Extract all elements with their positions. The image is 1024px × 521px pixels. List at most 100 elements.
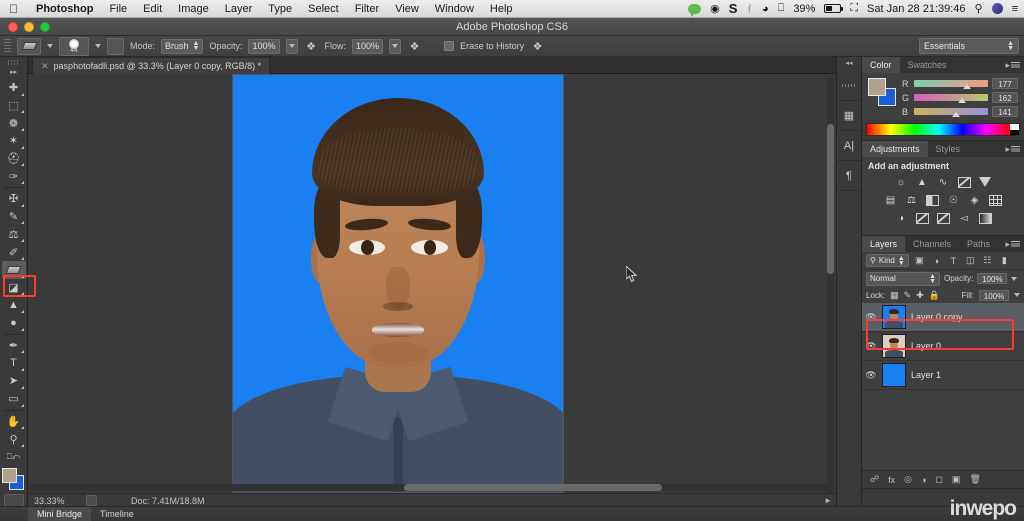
menu-filter[interactable]: Filter [347, 3, 387, 15]
properties-panel-icon[interactable]: ▦ [837, 101, 861, 131]
brush-preset-picker[interactable]: 44 [59, 37, 89, 56]
vibrance-icon[interactable] [978, 175, 993, 189]
airplay-icon[interactable]: ⎕ [778, 2, 785, 15]
hand-tool[interactable]: ✋ [2, 412, 26, 430]
tab-color[interactable]: Color [862, 57, 900, 73]
filter-type-icon[interactable]: T [947, 254, 960, 267]
zoom-level-input[interactable]: 33.33% [34, 496, 80, 506]
dock-collapse-icon[interactable]: ◂◂ [845, 59, 852, 67]
filter-pixel-icon[interactable]: ▣ [913, 254, 926, 267]
close-icon[interactable]: ✕ [41, 61, 49, 72]
history-brush-tool[interactable]: ✐ [2, 243, 26, 261]
tablet-pressure-icon[interactable]: ❖ [530, 39, 545, 54]
airbrush-icon[interactable]: ❖ [407, 39, 422, 54]
tab-adjustments[interactable]: Adjustments [862, 141, 928, 157]
green-slider-track[interactable] [914, 94, 988, 101]
menu-app-name[interactable]: Photoshop [28, 3, 101, 15]
brightness-contrast-icon[interactable]: ☼ [894, 175, 909, 189]
new-fill-adjustment-icon[interactable]: ◑ [921, 475, 926, 485]
eraser-tool-icon[interactable] [17, 38, 41, 55]
layer-visibility-icon[interactable]: 👁 [865, 312, 877, 323]
gradient-map-icon[interactable] [978, 211, 993, 225]
brush-chevron-down-icon[interactable] [95, 44, 101, 48]
layer-row-2[interactable]: 👁 Layer 1 [862, 361, 1024, 390]
color-spectrum-ramp[interactable] [866, 123, 1020, 136]
tools-collapse-icon[interactable]: ▸▸ [10, 68, 17, 76]
eyedropper-tool[interactable]: ✑ [2, 167, 26, 185]
clone-stamp-tool[interactable]: ⚖ [2, 225, 26, 243]
new-group-icon[interactable]: ◻ [935, 474, 942, 485]
move-tool[interactable]: ✚ [2, 79, 26, 97]
menu-window[interactable]: Window [427, 3, 482, 15]
filter-shape-icon[interactable]: ◫ [964, 254, 977, 267]
input-source-icon[interactable]: ⛶ [850, 2, 858, 15]
layer-name[interactable]: Layer 1 [911, 370, 941, 380]
eye-icon[interactable]: ◉ [710, 2, 720, 15]
menu-help[interactable]: Help [482, 3, 521, 15]
rectangular-marquee-tool[interactable]: ⬚ [2, 97, 26, 115]
photo-filter-icon[interactable]: ☉ [946, 193, 961, 207]
tab-channels[interactable]: Channels [905, 236, 959, 252]
color-lookup-icon[interactable] [988, 193, 1003, 207]
foreground-color-swatch[interactable] [2, 468, 17, 483]
hue-saturation-icon[interactable]: ▤ [883, 193, 898, 207]
panel-menu-icon[interactable]: ▸ [1005, 60, 1020, 71]
menu-image[interactable]: Image [170, 3, 217, 15]
lock-all-icon[interactable]: 🔒 [929, 290, 940, 301]
eraser-tool[interactable] [2, 261, 26, 279]
workspace-switcher[interactable]: Essentials ▲▼ [919, 38, 1019, 54]
crop-tool[interactable]: ⛑ [2, 150, 26, 168]
layer-name[interactable]: Layer 0 copy [911, 312, 963, 322]
erase-to-history-checkbox[interactable] [444, 41, 454, 51]
filter-smart-object-icon[interactable]: ☷ [981, 254, 994, 267]
flow-input[interactable]: 100% [352, 39, 383, 54]
layer-visibility-icon[interactable]: 👁 [865, 370, 877, 381]
panel-menu-icon[interactable]: ▸ [1005, 144, 1020, 155]
lock-position-icon[interactable]: ✚ [916, 290, 924, 301]
menu-edit[interactable]: Edit [135, 3, 170, 15]
skype-icon[interactable]: S [729, 1, 738, 16]
blur-tool[interactable]: ▲ [2, 296, 26, 314]
zoom-tool[interactable]: ⚲ [2, 430, 26, 448]
red-slider-track[interactable] [914, 80, 988, 87]
apple-icon[interactable]:  [0, 3, 28, 15]
layer-thumbnail[interactable] [882, 305, 906, 329]
notification-center-icon[interactable]: ≡ [1012, 3, 1018, 15]
pen-tool[interactable]: ✒ [2, 337, 26, 355]
layer-opacity-input[interactable]: 100% [977, 273, 1007, 284]
opacity-pressure-icon[interactable]: ❖ [304, 39, 319, 54]
brush-tool[interactable]: ✎ [2, 208, 26, 226]
selective-color-icon[interactable]: ◅ [957, 211, 972, 225]
tab-mini-bridge[interactable]: Mini Bridge [28, 507, 91, 521]
options-bar-grip[interactable] [4, 39, 11, 54]
paragraph-panel-icon[interactable]: ¶ [837, 161, 861, 191]
mode-select[interactable]: Brush ▲▼ [161, 39, 203, 54]
user-avatar-icon[interactable] [992, 3, 1003, 14]
history-panel-icon[interactable] [837, 71, 861, 101]
fill-chevron-down-icon[interactable] [1014, 293, 1020, 297]
opacity-chevron-down-icon[interactable] [1011, 277, 1017, 281]
posterize-icon[interactable] [915, 211, 930, 225]
filter-adjustment-icon[interactable]: ◑ [930, 254, 943, 267]
tab-paths[interactable]: Paths [959, 236, 998, 252]
swap-colors-icon[interactable]: ⎕↶ [2, 448, 26, 466]
dodge-tool[interactable]: ● [2, 314, 26, 332]
canvas-vertical-scroll-thumb[interactable] [827, 124, 834, 274]
new-layer-icon[interactable]: ▣ [952, 474, 961, 485]
menu-file[interactable]: File [101, 3, 135, 15]
layer-style-icon[interactable]: fx [888, 475, 895, 485]
menu-layer[interactable]: Layer [217, 3, 261, 15]
layer-name[interactable]: Layer 0 [911, 341, 941, 351]
document-tab[interactable]: ✕ pasphotofadli.psd @ 33.3% (Layer 0 cop… [32, 57, 270, 74]
layer-visibility-icon[interactable]: 👁 [865, 341, 877, 352]
foreground-color-swatch[interactable] [868, 78, 886, 96]
blue-value-input[interactable]: 141 [992, 106, 1018, 117]
canvas-horizontal-scroll-thumb[interactable] [404, 484, 662, 491]
tab-styles[interactable]: Styles [928, 141, 969, 157]
red-value-input[interactable]: 177 [992, 78, 1018, 89]
lock-transparent-pixels-icon[interactable]: ▦ [890, 290, 899, 301]
status-menu-icon[interactable] [86, 495, 97, 506]
menu-type[interactable]: Type [260, 3, 300, 15]
path-selection-tool[interactable]: ➤ [2, 372, 26, 390]
layer-thumbnail[interactable] [882, 363, 906, 387]
